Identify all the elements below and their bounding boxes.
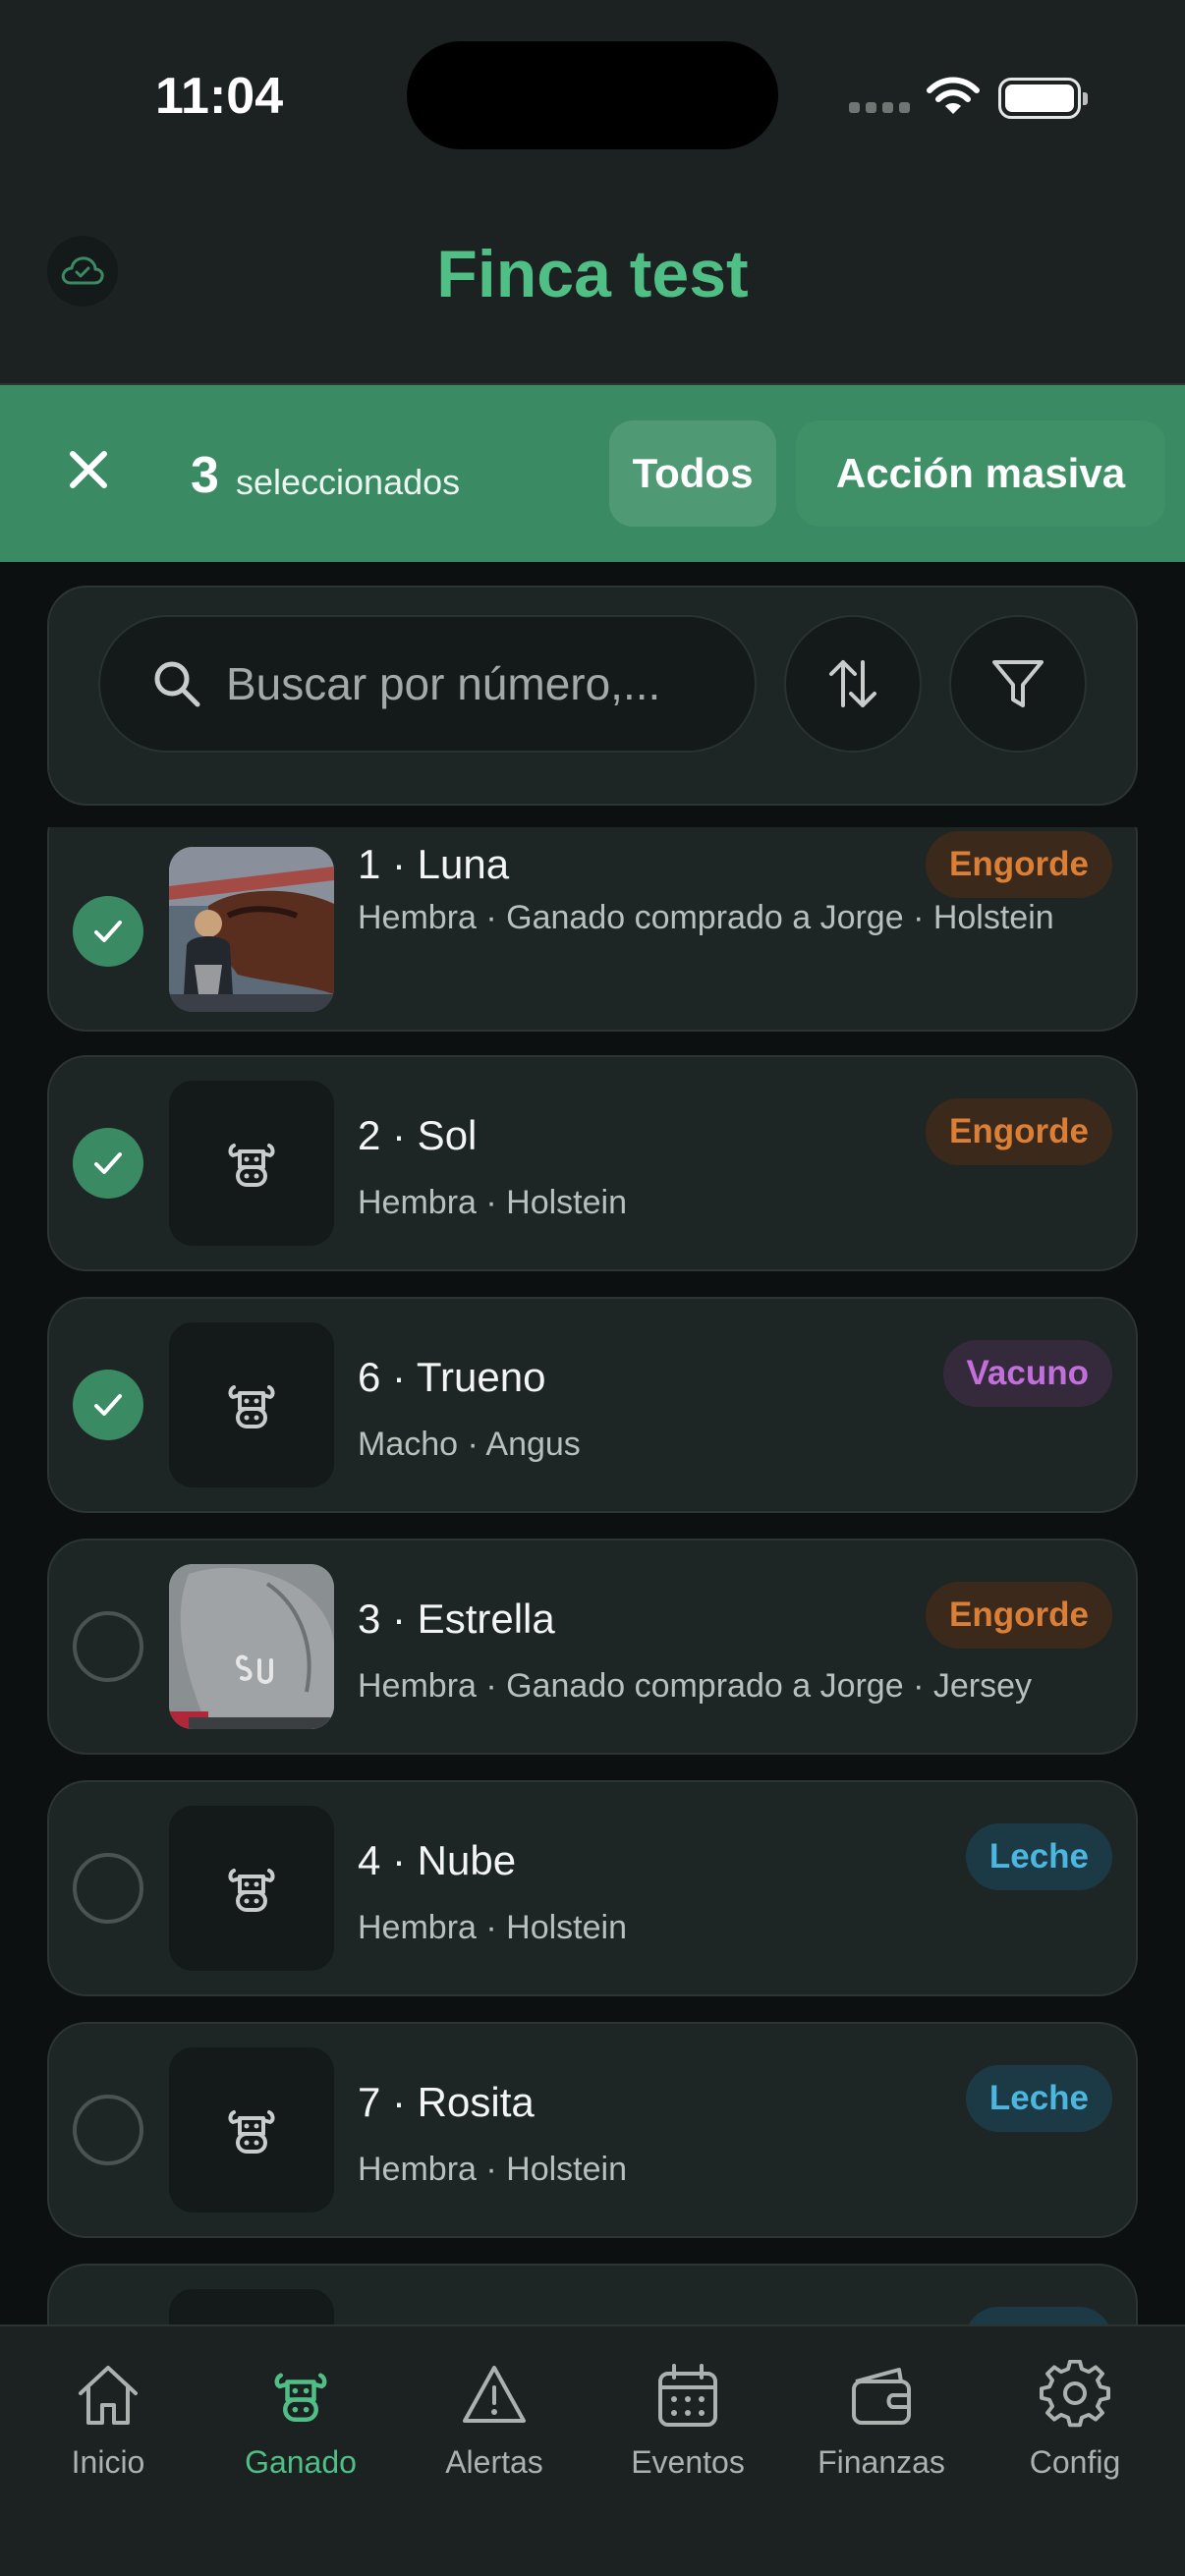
tab-ganado[interactable]: Ganado [202,2360,399,2507]
checkmark-icon [94,1394,122,1416]
animal-name: 3 · Estrella [358,1596,555,1642]
close-icon [70,451,107,488]
animal-card[interactable] [47,2264,1138,2324]
tab-label: Alertas [445,2444,543,2480]
search-icon [154,661,200,707]
tab-label: Finanzas [818,2444,945,2480]
category-badge: Engorde [926,831,1112,898]
animal-placeholder [169,1806,334,1971]
animal-card[interactable]: 2 · Sol Hembra · Holstein Engorde [47,1055,1138,1271]
selected-count: 3 [191,447,219,504]
animal-details: Hembra · Holstein [358,2151,627,2188]
filter-button[interactable] [949,615,1087,753]
category-badge: Vacuno [942,1340,1112,1407]
home-icon [79,2366,138,2425]
animal-card[interactable]: 3 · Estrella Hembra · Ganado comprado a … [47,1539,1138,1755]
sort-button[interactable] [784,615,922,753]
animal-name: 2 · Sol [358,1112,478,1158]
category-badge: Leche [965,1823,1112,1890]
animal-list[interactable]: 1 · Luna Hembra · Ganado comprado a Jorg… [0,827,1185,2324]
animal-details: Hembra · Holstein [358,1184,627,1221]
selected-checkbox[interactable] [73,1370,143,1440]
tab-label: Config [1029,2444,1121,2480]
tab-label: Eventos [631,2444,745,2480]
filter-icon [992,660,1044,707]
animal-name: 7 · Rosita [358,2079,535,2125]
close-selection-button[interactable] [57,438,120,501]
animal-name: 1 · Luna [358,841,510,887]
select-all-button[interactable]: Todos [609,420,776,527]
status-bar: 11:04 [0,0,1185,187]
cow-icon [265,2360,336,2431]
tab-finanzas[interactable]: Finanzas [783,2360,980,2507]
animal-photo [169,1564,334,1729]
animal-card[interactable]: 4 · Nube Hembra · Holstein Leche [47,1780,1138,1996]
selected-label: seleccionados [236,462,461,502]
search-placeholder: Buscar por número,... [226,658,661,709]
animal-details: Macho · Angus [358,1426,581,1463]
selected-checkbox[interactable] [73,1128,143,1199]
bulk-action-button[interactable]: Acción masiva [796,420,1165,527]
unselected-checkbox[interactable] [73,1853,143,1924]
checkmark-icon [94,1152,122,1174]
tab-alertas[interactable]: Alertas [396,2360,592,2507]
unselected-checkbox[interactable] [73,1611,143,1682]
cow-icon [220,1857,283,1920]
cow-icon [220,1373,283,1436]
animal-photo [169,847,334,1012]
category-badge: Engorde [926,1098,1112,1165]
cellular-signal-icon [849,102,910,113]
unselected-checkbox[interactable] [73,2095,143,2165]
animal-card[interactable]: 6 · Trueno Macho · Angus Vacuno [47,1297,1138,1513]
category-badge: Engorde [926,1582,1112,1649]
animal-placeholder [169,1081,334,1246]
wifi-icon [927,77,980,114]
selection-toolbar: 3 seleccionados Todos Acción masiva [0,385,1185,562]
animal-name: 4 · Nube [358,1837,517,1883]
search-panel: Buscar por número,... [47,586,1138,806]
category-badge: Leche [965,2065,1112,2132]
calendar-icon [658,2364,717,2427]
animal-details: Hembra · Ganado comprado a Jorge · Holst… [358,899,1054,936]
animal-card[interactable]: 7 · Rosita Hembra · Holstein Leche [47,2022,1138,2238]
search-input[interactable]: Buscar por número,... [98,615,757,753]
sort-arrows-icon [829,660,876,707]
battery-icon [998,78,1088,119]
bottom-tab-bar: Inicio Ganado Alertas Eventos Finanzas C… [0,2324,1185,2576]
animal-placeholder [169,2289,334,2324]
selected-checkbox[interactable] [73,896,143,967]
cow-icon [220,2099,283,2161]
alert-icon [463,2366,526,2423]
tab-config[interactable]: Config [977,2360,1173,2507]
wallet-icon [852,2368,911,2425]
gear-icon [1040,2360,1110,2428]
cow-icon [220,1132,283,1195]
checkmark-icon [94,921,122,942]
animal-details: Hembra · Holstein [358,1909,627,1946]
animal-card[interactable]: 1 · Luna Hembra · Ganado comprado a Jorg… [47,827,1138,1032]
tab-inicio[interactable]: Inicio [10,2360,206,2507]
page-title: Finca test [436,237,749,311]
dynamic-island [407,41,778,149]
status-time: 11:04 [155,68,284,125]
category-badge [965,2307,1112,2324]
animal-placeholder [169,1322,334,1487]
animal-details: Hembra · Ganado comprado a Jorge · Jerse… [358,1667,1032,1705]
app-header: Finca test [0,187,1185,385]
app: 11:04 Finca test 3 seleccionados Todos A… [0,0,1185,2576]
animal-placeholder [169,2047,334,2212]
animal-name: 6 · Trueno [358,1354,546,1400]
tab-eventos[interactable]: Eventos [590,2360,786,2507]
tab-label: Inicio [71,2444,145,2480]
tab-label: Ganado [245,2444,357,2480]
